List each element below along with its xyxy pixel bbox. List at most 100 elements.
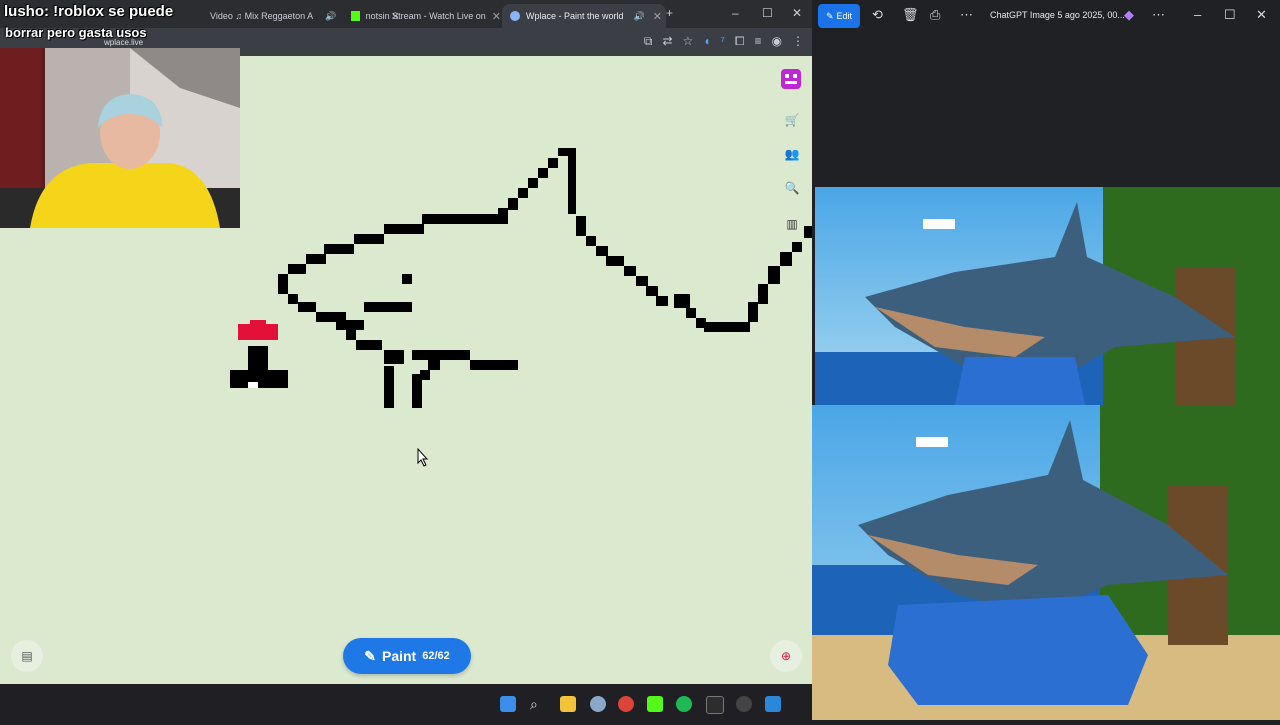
kick-icon bbox=[351, 11, 360, 21]
painted-pixel bbox=[402, 274, 412, 284]
painted-pixel bbox=[356, 340, 382, 350]
locate-icon[interactable]: ⊕ bbox=[770, 640, 802, 672]
painted-pixel bbox=[528, 178, 538, 188]
edit-button[interactable]: ✎ Edit bbox=[818, 4, 860, 28]
painted-pixel bbox=[288, 294, 298, 304]
painted-pixel bbox=[412, 350, 470, 360]
painted-pixel bbox=[336, 320, 364, 330]
install-icon[interactable]: ⧉ bbox=[644, 34, 653, 49]
spotify-icon[interactable] bbox=[676, 696, 692, 712]
app-icon[interactable] bbox=[590, 696, 606, 712]
search-icon[interactable]: ⌕ bbox=[530, 696, 546, 712]
close-icon[interactable]: ✕ bbox=[653, 10, 662, 23]
painted-pixel bbox=[624, 266, 636, 276]
painted-pixel bbox=[636, 276, 648, 286]
paintbrush-icon: ✎ bbox=[364, 647, 376, 664]
extension-icon[interactable]: ⁷ bbox=[721, 34, 725, 49]
painted-pixel bbox=[384, 350, 404, 364]
maximize-icon[interactable]: ☐ bbox=[762, 6, 773, 20]
chat-overlay-line1: lusho: !roblox se puede bbox=[4, 3, 174, 20]
painted-pixel bbox=[674, 294, 690, 308]
print-icon[interactable]: ⎙ bbox=[930, 7, 940, 23]
streamer-image bbox=[0, 48, 240, 228]
minimize-icon[interactable]: – bbox=[732, 6, 739, 20]
painted-pixel bbox=[780, 252, 792, 266]
painted-pixel bbox=[538, 168, 548, 178]
photos-icon[interactable] bbox=[765, 696, 781, 712]
translate-icon[interactable]: ⇄ bbox=[662, 34, 672, 49]
painted-pixel bbox=[686, 308, 696, 318]
painted-pixel bbox=[278, 274, 288, 294]
paint-button[interactable]: ✎ Paint 62/62 bbox=[343, 638, 471, 674]
painted-pixel bbox=[346, 330, 356, 340]
wplace-icon bbox=[510, 11, 520, 21]
painted-pixel bbox=[646, 286, 658, 296]
speaker-icon: 🔊 bbox=[325, 10, 337, 21]
painted-pixel bbox=[470, 360, 518, 370]
painted-pixel bbox=[804, 226, 812, 238]
painted-pixel bbox=[422, 214, 508, 224]
image-title: ChatGPT Image 5 ago 2025, 00... bbox=[990, 10, 1125, 20]
terminal-icon[interactable] bbox=[706, 696, 724, 714]
painted-pixel bbox=[768, 266, 780, 284]
menu-icon[interactable]: ⋮ bbox=[792, 34, 804, 49]
close-window-icon[interactable]: ✕ bbox=[1256, 7, 1267, 23]
minimize-icon[interactable]: – bbox=[1194, 7, 1201, 22]
painted-pixel bbox=[428, 360, 440, 370]
painted-pixel bbox=[384, 224, 424, 234]
maximize-icon[interactable]: ☐ bbox=[1224, 7, 1236, 23]
user-avatar[interactable] bbox=[780, 68, 804, 92]
painted-pixel bbox=[238, 324, 278, 340]
obs-icon[interactable] bbox=[736, 696, 752, 712]
painted-pixel bbox=[558, 148, 576, 156]
painted-pixel bbox=[306, 254, 326, 264]
painted-pixel bbox=[758, 284, 768, 304]
photo-viewer-canvas bbox=[808, 32, 1280, 720]
painted-pixel bbox=[508, 198, 518, 210]
windows-start-icon[interactable] bbox=[500, 696, 516, 712]
painted-pixel bbox=[704, 322, 750, 332]
more-icon[interactable]: ⋯ bbox=[960, 7, 973, 23]
edit-icon: ✎ bbox=[825, 10, 834, 21]
photo-viewer-toolbar: ✎ Edit ⟲ 🗑 ⎙ ⋯ ChatGPT Image 5 ago 2025,… bbox=[812, 0, 1280, 32]
rotate-icon[interactable]: ⟲ bbox=[872, 7, 883, 23]
more-icon[interactable]: ⋯ bbox=[1152, 7, 1165, 23]
painted-pixel bbox=[248, 382, 258, 388]
file-explorer-icon[interactable] bbox=[560, 696, 576, 712]
tab-label: Wplace - Paint the world bbox=[526, 11, 624, 21]
chrome-icon[interactable] bbox=[618, 696, 634, 712]
painted-pixel bbox=[384, 366, 394, 408]
close-window-icon[interactable]: ✕ bbox=[792, 6, 802, 20]
delete-icon[interactable]: 🗑 bbox=[902, 7, 919, 23]
friends-icon[interactable]: 👥 bbox=[780, 142, 804, 166]
painted-pixel bbox=[792, 242, 802, 252]
cart-icon[interactable]: 🛒 bbox=[780, 108, 804, 132]
painted-pixel bbox=[248, 346, 268, 370]
star-icon[interactable]: ☆ bbox=[683, 34, 694, 49]
painted-pixel bbox=[250, 320, 266, 326]
chat-overlay-line2: borrar pero gasta usos bbox=[5, 25, 147, 40]
extensions-icon[interactable]: ⧠ bbox=[735, 34, 745, 49]
copilot-icon[interactable]: ◆ bbox=[1124, 7, 1134, 23]
painted-pixel bbox=[568, 156, 576, 214]
tab-stream[interactable]: notsin Stream - Watch Live on ✕ bbox=[345, 4, 501, 28]
tab-label: notsin Stream - Watch Live on bbox=[365, 11, 486, 21]
search-icon[interactable]: 🔍 bbox=[780, 176, 804, 200]
painted-pixel bbox=[518, 188, 528, 198]
painted-pixel bbox=[354, 234, 384, 244]
leaderboard-icon[interactable]: ▥ bbox=[780, 212, 804, 236]
new-tab-icon[interactable]: + bbox=[666, 6, 673, 20]
profile-icon[interactable]: ◉ bbox=[772, 34, 782, 49]
painted-pixel bbox=[364, 302, 412, 312]
close-icon[interactable]: ✕ bbox=[492, 10, 501, 23]
charges-count: 62/62 bbox=[422, 650, 450, 662]
painted-pixel bbox=[548, 158, 558, 168]
painted-pixel bbox=[298, 302, 316, 312]
painted-pixel bbox=[288, 264, 306, 274]
media-icon[interactable]: ≡ bbox=[755, 34, 762, 49]
extension-icon[interactable]: ◖ bbox=[703, 34, 710, 49]
kick-icon[interactable] bbox=[647, 696, 663, 712]
paint-label: Paint bbox=[381, 648, 417, 664]
tab-wplace[interactable]: Wplace - Paint the world 🔊 ✕ bbox=[502, 4, 666, 28]
layers-icon[interactable]: ▤ bbox=[11, 640, 43, 672]
